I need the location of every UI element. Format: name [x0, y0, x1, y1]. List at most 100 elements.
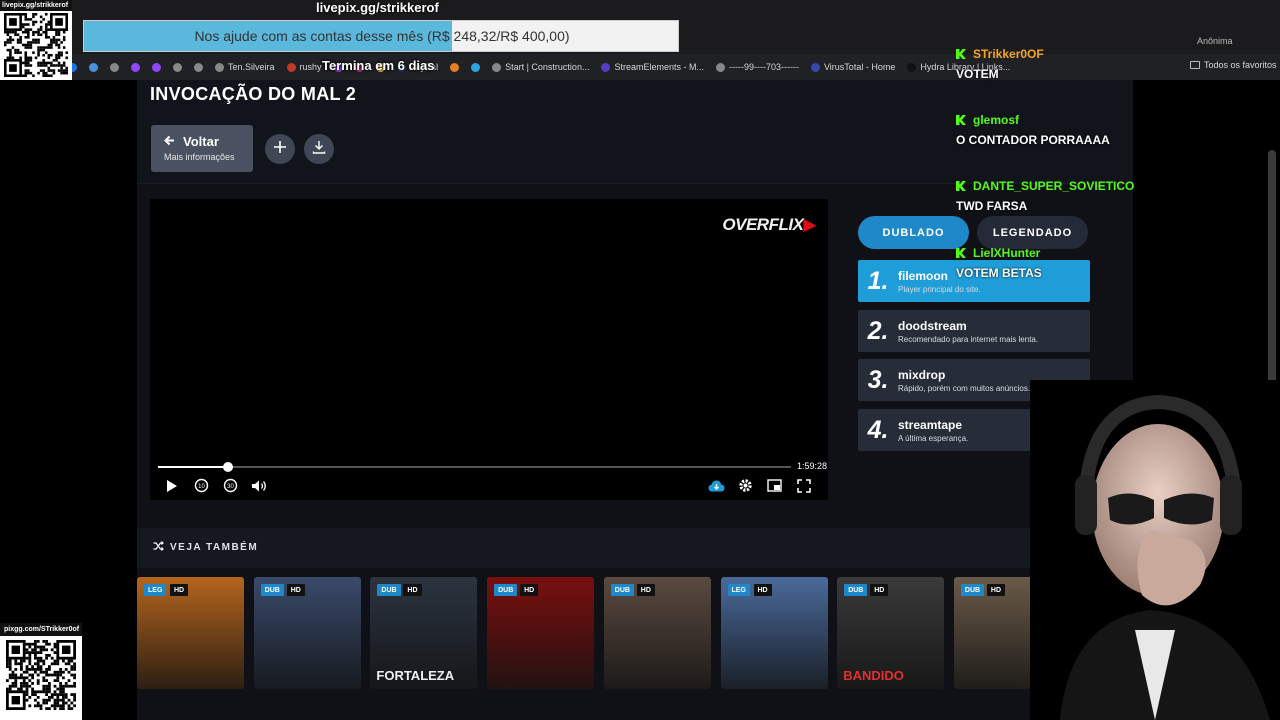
kick-icon [956, 49, 966, 59]
bookmark-favicon-icon [810, 62, 820, 72]
chat-text: TWD FARSA [956, 199, 1028, 213]
qr-code-top: livepix.gg/strikkerof [0, 0, 72, 80]
progress-bar[interactable] [158, 462, 791, 472]
bookmark-favicon-icon [907, 62, 917, 72]
language-badge: DUB [610, 584, 634, 596]
hd-badge: HD [520, 584, 539, 596]
folder-icon [1190, 61, 1200, 69]
rewind-10-icon: 10 [194, 478, 209, 498]
poster-card[interactable]: DUB HD [253, 577, 361, 689]
all-favorites-label: Todos os favoritos [1204, 60, 1277, 70]
chat-username: DANTE_SUPER_SOVIETICO [973, 179, 1135, 193]
server-option-doodstream[interactable]: 2. doodstream Recomendado para internet m… [858, 310, 1090, 352]
video-duration: 1:59:28 [797, 461, 828, 471]
add-to-list-button[interactable] [265, 134, 295, 164]
language-badge: DUB [260, 584, 284, 596]
poster-card[interactable]: DUB HD BANDIDO [837, 577, 945, 689]
bookmark-favicon-icon [471, 62, 481, 72]
forward-30-button[interactable]: 30 [221, 478, 239, 497]
fullscreen-icon [797, 478, 811, 498]
poster-card[interactable]: DUB HD [603, 577, 711, 689]
see-also-title: VEJA TAMBÉM [153, 541, 258, 554]
bookmark-item[interactable] [173, 62, 182, 72]
server-number: 4. [867, 415, 889, 444]
server-description: A última esperança. [898, 433, 969, 443]
bookmark-item[interactable] [450, 62, 460, 72]
bookmark-label: VirusTotal - Home [823, 62, 896, 72]
webcam-overlay [1030, 380, 1280, 720]
bookmark-favicon-icon [286, 62, 296, 72]
bookmark-item[interactable]: VirusTotal - Home [810, 62, 896, 72]
download-button[interactable] [304, 134, 334, 164]
poster-card[interactable]: DUB HD FORTALEZA [370, 577, 478, 689]
bookmark-favicon-icon [215, 62, 224, 72]
server-number: 2. [867, 316, 889, 345]
bookmark-label: -----99----703------ [728, 62, 799, 72]
see-also-label: VEJA TAMBÉM [170, 542, 259, 553]
bookmark-favicon-icon [89, 62, 98, 72]
language-badge: LEG [144, 584, 167, 596]
video-player[interactable]: OVERFLIX▶ 1:59:28 10 30 [150, 199, 828, 500]
cloud-download-icon [708, 479, 725, 498]
chat-text: VOTEM [956, 67, 999, 81]
bookmark-item[interactable] [152, 62, 161, 72]
bookmark-item[interactable] [471, 62, 481, 72]
streamer-webcam-image [1030, 380, 1280, 720]
browser-profile[interactable]: Anônima [1197, 36, 1233, 46]
plus-icon [273, 140, 287, 159]
play-icon [166, 479, 178, 498]
poster-card[interactable]: DUB HD [487, 577, 595, 689]
poster-card[interactable]: LEG HD [137, 577, 244, 689]
poster-card[interactable]: LEG HD [720, 577, 828, 689]
progress-handle[interactable] [222, 462, 233, 472]
cloud-download-button[interactable] [707, 479, 725, 497]
bookmark-item[interactable]: Ten.Silveira [215, 62, 275, 72]
svg-text:30: 30 [227, 484, 234, 490]
hd-badge: HD [286, 584, 305, 596]
server-name: mixdrop [898, 367, 946, 382]
donation-goal-bar: Nos ajude com as contas desse mês (R$ 24… [83, 20, 679, 52]
back-button-label: Voltar [183, 134, 219, 149]
bookmark-item[interactable] [131, 62, 140, 72]
settings-button[interactable] [736, 479, 754, 497]
volume-button[interactable] [250, 479, 268, 497]
hd-badge: HD [636, 584, 655, 596]
language-badge: DUB [844, 584, 868, 596]
bookmark-item[interactable] [110, 62, 119, 72]
rewind-10-button[interactable]: 10 [192, 478, 210, 498]
bookmark-item[interactable]: Start | Construction... [492, 62, 589, 72]
bookmark-label: Ten.Silveira [228, 62, 275, 72]
play-button[interactable] [163, 479, 181, 497]
bookmark-label: StreamElements - M... [614, 62, 704, 72]
chat-message: DANTE_SUPER_SOVIETICO TWD FARSA [956, 179, 1134, 213]
gear-icon [738, 478, 753, 498]
bookmark-item[interactable] [194, 62, 203, 72]
stream-chat: STrikker0OF VOTEM glemosf O CONTADOR POR… [948, 0, 1148, 300]
hd-badge: HD [403, 584, 422, 596]
picture-in-picture-icon [766, 479, 782, 497]
back-button[interactable]: Voltar Mais informações [151, 125, 253, 172]
pip-button[interactable] [765, 479, 783, 497]
back-button-sub: Mais informações [164, 152, 235, 162]
poster-title: FORTALEZA [376, 668, 455, 683]
bookmark-favicon-icon [715, 62, 725, 72]
chat-text: O CONTADOR PORRAAAA [956, 133, 1110, 147]
language-badge: DUB [494, 584, 518, 596]
svg-text:10: 10 [198, 484, 205, 490]
bookmark-item[interactable]: rushy [286, 62, 322, 72]
fullscreen-button[interactable] [795, 478, 813, 498]
server-description: Recomendado para internet mais lenta. [898, 334, 1039, 344]
kick-icon [956, 115, 966, 125]
page-title: INVOCAÇÃO DO MAL 2 [150, 84, 357, 104]
bookmark-item[interactable]: StreamElements - M... [601, 62, 704, 72]
bookmark-favicon-icon [110, 62, 119, 72]
arrow-left-icon [164, 134, 175, 149]
donation-goal-ends: Termina em 6 dias [322, 58, 435, 73]
bookmark-favicon-icon [601, 62, 611, 72]
bookmark-item[interactable]: -----99----703------ [715, 62, 799, 72]
progress-fill [158, 466, 228, 468]
hd-badge: HD [986, 584, 1006, 596]
bookmark-favicon-icon [152, 62, 161, 72]
bookmark-item[interactable] [89, 62, 98, 72]
all-favorites-button[interactable]: Todos os favoritos [1190, 60, 1277, 70]
